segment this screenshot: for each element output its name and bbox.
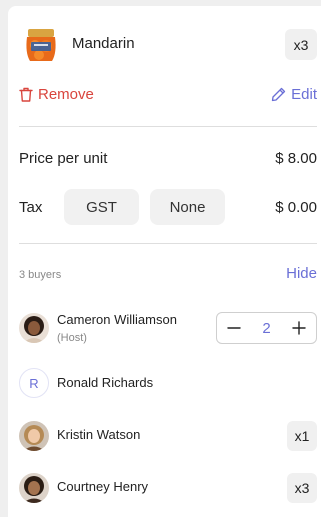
tax-value: $ 0.00 [275, 199, 317, 216]
quantity-stepper: 2 [216, 312, 317, 344]
divider [19, 243, 317, 244]
order-item-card: Mandarin x3 Remove Edit Price per unit $… [8, 6, 321, 517]
tax-label: Tax [19, 199, 43, 216]
avatar [19, 313, 49, 343]
price-per-unit-value: $ 8.00 [275, 150, 317, 167]
plus-icon [292, 321, 306, 335]
remove-label: Remove [38, 86, 94, 103]
quantity-value[interactable]: 2 [262, 320, 270, 337]
decrement-button[interactable] [227, 321, 241, 335]
remove-button[interactable]: Remove [19, 86, 94, 103]
trash-icon [19, 87, 33, 102]
item-actions: Remove Edit [8, 86, 321, 108]
avatar [19, 473, 49, 503]
pencil-icon [271, 87, 286, 102]
price-per-unit-label: Price per unit [19, 150, 108, 167]
host-tag: (Host) [57, 332, 87, 344]
buyer-quantity-badge: x1 [287, 421, 317, 451]
buyer-name: Courtney Henry [57, 479, 149, 494]
avatar-initial: R [19, 368, 49, 398]
buyer-name: Kristin Watson [57, 427, 141, 442]
buyer-quantity-badge: x3 [287, 473, 317, 503]
hide-buyers-button[interactable]: Hide [286, 265, 317, 282]
tax-option-none[interactable]: None [150, 189, 225, 225]
buyer-name: Ronald Richards [57, 375, 154, 390]
tax-option-gst[interactable]: GST [64, 189, 139, 225]
item-quantity-badge: x3 [285, 29, 317, 60]
mandarin-product-image [21, 25, 61, 65]
minus-icon [227, 321, 241, 335]
avatar [19, 421, 49, 451]
item-name: Mandarin [72, 35, 135, 52]
buyer-name: Cameron Williamson [57, 312, 177, 327]
edit-label: Edit [291, 86, 317, 103]
increment-button[interactable] [292, 321, 306, 335]
buyers-count: 3 buyers [19, 269, 62, 281]
edit-button[interactable]: Edit [271, 86, 317, 103]
divider [19, 126, 317, 127]
